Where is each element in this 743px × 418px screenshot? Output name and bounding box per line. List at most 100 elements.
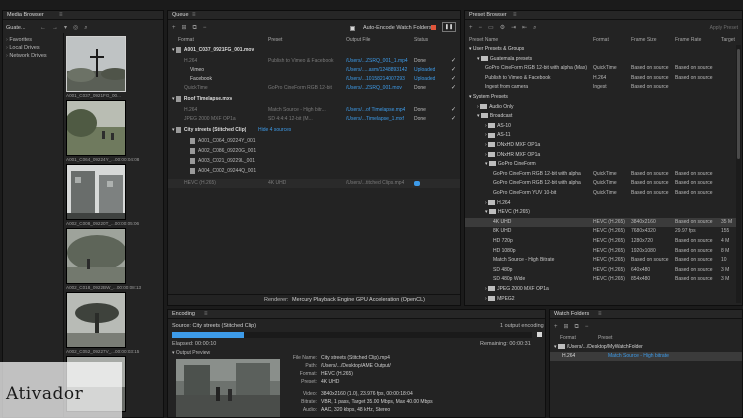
- preset-group-row[interactable]: › AS-10: [465, 122, 736, 131]
- preset-row[interactable]: 4K UHD HEVC (H.265) 3840x2160 Based on sour…: [465, 217, 736, 227]
- clip-thumbnail[interactable]: A002_C052_09227V_... 00:00:03:15: [66, 292, 139, 356]
- panel-menu-icon[interactable]: ≡: [192, 11, 196, 20]
- duplicate-icon[interactable]: ⧉: [193, 25, 197, 31]
- preset-group-row[interactable]: ▾ Guatemala presets: [465, 55, 736, 64]
- output-file[interactable]: /Users/...10158214007293: [346, 75, 405, 84]
- output-file[interactable]: /Users/...of Timelapse.mp4: [346, 106, 405, 115]
- column-frame-rate[interactable]: Frame Rate: [675, 36, 701, 45]
- preset-group-row[interactable]: ▾ System Presets: [465, 93, 736, 102]
- group-icon[interactable]: ▭: [488, 25, 494, 31]
- output-format[interactable]: Facebook: [190, 75, 212, 84]
- preset-row[interactable]: GoPro CineForm YUV 10-bit QuickTime Based …: [465, 189, 736, 198]
- preset-row[interactable]: Publish to Vimeo & Facebook H.264 Based on…: [465, 74, 736, 83]
- panel-menu-icon[interactable]: ≡: [513, 11, 517, 20]
- output-format[interactable]: H.264: [562, 352, 575, 361]
- remove-icon[interactable]: −: [203, 25, 207, 31]
- output-file[interactable]: /Users/...Timelapse_1.mxf: [346, 115, 404, 124]
- preset-group-row[interactable]: › JPEG 2000 MXF OP1a: [465, 285, 736, 294]
- queue-source-row[interactable]: ▾ A001_C037_0921FG_001.mov: [168, 46, 460, 55]
- queue-output-row[interactable]: H.264 Match Source - High bitr... /Users…: [168, 106, 460, 115]
- import-icon[interactable]: ⇥: [511, 25, 516, 31]
- preset-row[interactable]: Ingest from camera Ingest Based on source: [465, 83, 736, 92]
- preset-row[interactable]: SD 480p Wide HEVC (H.265) 854x480 Based on …: [465, 275, 736, 284]
- column-format[interactable]: Format: [593, 36, 609, 45]
- preset-row[interactable]: GoPro CineForm RGB 12-bit with alpha Quic…: [465, 170, 736, 179]
- tree-item-network-drives[interactable]: › Network Drives: [6, 52, 61, 60]
- output-file[interactable]: /Users/...titched Clips.mp4: [346, 179, 404, 188]
- filter-icon[interactable]: ▾: [64, 25, 67, 31]
- output-format[interactable]: H.264: [184, 106, 197, 115]
- preset-group-row[interactable]: ▾ Broadcast: [465, 112, 736, 121]
- queue-source-row[interactable]: ▾ City streets (Stitched Clip) Hide 4 so…: [168, 126, 460, 135]
- new-preset-icon[interactable]: +: [469, 25, 473, 31]
- preset-group-row[interactable]: › MPEG2: [465, 295, 736, 304]
- column-format[interactable]: Format: [560, 334, 576, 343]
- queue-output-row[interactable]: Vimeo /Users/.....asm/1248893142 Uploade…: [168, 66, 460, 75]
- clip-thumbnail[interactable]: A001_C064_09224Y_... 00:00:04:08: [66, 100, 139, 164]
- output-format[interactable]: JPEG 2000 MXF OP1a: [184, 115, 236, 124]
- output-preset[interactable]: SD 4:4:4 12-bit (M...: [268, 115, 343, 124]
- queue-output-row[interactable]: H.264 Publish to Vimeo & Facebook /Users…: [168, 57, 460, 66]
- column-status[interactable]: Status: [414, 36, 428, 45]
- panel-menu-icon[interactable]: ≡: [204, 310, 208, 319]
- preset-row[interactable]: HD 1080p HEVC (H.265) 1920x1080 Based on so…: [465, 247, 736, 256]
- view-icon[interactable]: ◎: [73, 25, 78, 31]
- panel-menu-icon[interactable]: ≡: [598, 310, 602, 319]
- preset-row[interactable]: HD 720p HEVC (H.265) 1280x720 Based on sour…: [465, 237, 736, 246]
- output-format[interactable]: QuickTime: [184, 84, 208, 93]
- column-frame-size[interactable]: Frame Size: [631, 36, 657, 45]
- remove-icon[interactable]: −: [585, 324, 589, 330]
- output-preview-label[interactable]: ▾ Output Preview: [172, 350, 210, 356]
- queue-source-row[interactable]: ▾ Roof Timelapse.mxv: [168, 95, 460, 104]
- queue-output-row[interactable]: Facebook /Users/...10158214007293 Upload…: [168, 75, 460, 84]
- apply-preset-button[interactable]: Apply Preset: [710, 25, 738, 31]
- stop-encoding-button[interactable]: [537, 332, 542, 337]
- output-file[interactable]: /Users/.....asm/1248893142: [346, 66, 407, 75]
- watch-folder-row[interactable]: ▾ /Users/.../Desktop/MyWatchFolder: [550, 343, 742, 352]
- queue-output-row[interactable]: HEVC (H.265) 4K UHD /Users/...titched Cl…: [168, 179, 460, 188]
- preset-group-row[interactable]: › Audio Only: [465, 103, 736, 112]
- output-preset[interactable]: Match Source - High bitr...: [268, 106, 343, 115]
- preset-group-row[interactable]: › DNxHR MXF OP1a: [465, 151, 736, 160]
- detail-value[interactable]: /Users/.../Desktop/AME Output/: [321, 363, 391, 369]
- panel-menu-icon[interactable]: ≡: [59, 11, 63, 20]
- preset-row[interactable]: GoPro CineForm RGB 12-bit with alpha Quic…: [465, 179, 736, 188]
- search-icon[interactable]: ⌕: [533, 25, 536, 31]
- column-preset[interactable]: Preset: [268, 36, 282, 45]
- column-format[interactable]: Format: [178, 36, 194, 45]
- preset-group-row[interactable]: ▾ HEVC (H.265): [465, 208, 736, 217]
- preset-group-row[interactable]: ▾ User Presets & Groups: [465, 45, 736, 54]
- remove-preset-icon[interactable]: −: [479, 25, 483, 31]
- tree-item-favorites[interactable]: › Favorites: [6, 36, 61, 44]
- clip-thumbnail[interactable]: A002_C018_0922BW_... 00:00:08:13: [66, 228, 141, 292]
- clip-thumbnail[interactable]: A002_C008_09220T_... 00:00:05:06: [66, 164, 139, 228]
- output-preset[interactable]: Publish to Vimeo & Facebook: [268, 57, 343, 66]
- column-output[interactable]: Output File: [346, 36, 370, 45]
- tree-item-local-drives[interactable]: › Local Drives: [6, 44, 61, 52]
- preset-group-row[interactable]: › AS-11: [465, 131, 736, 140]
- preset-row[interactable]: Match Source - High Bitrate HEVC (H.265) B…: [465, 256, 736, 265]
- preset-row[interactable]: GoPro CineForm RGB 12-bit with alpha (Ma…: [465, 64, 736, 73]
- preset-group-row[interactable]: › H.264: [465, 199, 736, 208]
- column-target[interactable]: Target: [721, 36, 735, 45]
- queue-output-row[interactable]: JPEG 2000 MXF OP1a SD 4:4:4 12-bit (M...…: [168, 115, 460, 124]
- output-format[interactable]: H.264: [184, 57, 197, 66]
- duplicate-icon[interactable]: ⧉: [575, 324, 579, 330]
- add-output-icon[interactable]: ⊞: [182, 25, 187, 31]
- back-icon[interactable]: ←: [40, 25, 46, 31]
- preset-row[interactable]: 8K UHD HEVC (H.265) 7680x4320 29.97 fps 155: [465, 227, 736, 236]
- output-file[interactable]: /Users/...ZSRQ_001.mov: [346, 84, 402, 93]
- clip-thumbnail[interactable]: A001_C037_0921FG_00...: [66, 36, 126, 100]
- scrollbar-thumb[interactable]: [737, 49, 740, 159]
- forward-icon[interactable]: →: [52, 25, 58, 31]
- preset-scrollbar[interactable]: [736, 45, 741, 303]
- export-icon[interactable]: ⇤: [522, 25, 527, 31]
- add-folder-icon[interactable]: +: [554, 324, 558, 330]
- output-preset[interactable]: 4K UHD: [268, 179, 286, 188]
- column-preset-name[interactable]: Preset Name: [469, 36, 498, 45]
- preset-row[interactable]: SD 480p HEVC (H.265) 640x480 Based on sourc…: [465, 266, 736, 275]
- watch-output-row[interactable]: H.264 Match Source - High bitrate: [550, 352, 742, 361]
- output-format[interactable]: Vimeo: [190, 66, 204, 75]
- stop-queue-button[interactable]: [431, 25, 436, 30]
- output-format[interactable]: HEVC (H.265): [184, 179, 216, 188]
